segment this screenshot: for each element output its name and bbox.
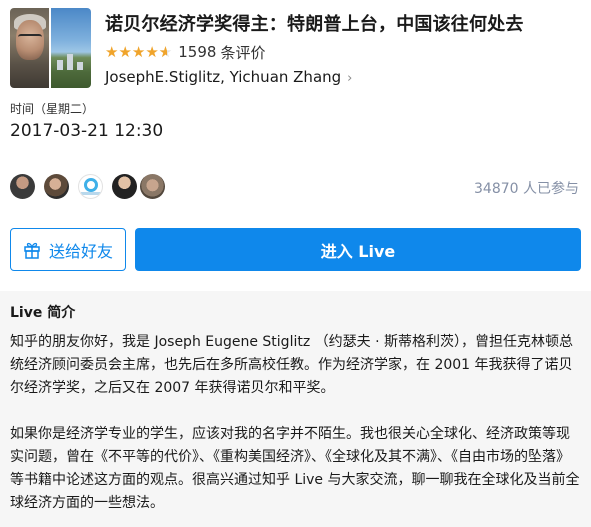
rating-count: 1598 <box>178 43 217 61</box>
gift-button-label: 送给好友 <box>48 241 113 261</box>
live-intro-section: Live 简介 知乎的朋友你好，我是 Joseph Eugene Stiglit… <box>0 291 591 527</box>
avatar[interactable] <box>44 174 69 199</box>
live-header: 诺贝尔经济学奖得主：特朗普上台，中国该往何处去 ★★★★★ ★ 1598 条评价 … <box>10 8 581 90</box>
avatar[interactable] <box>78 174 103 199</box>
live-title: 诺贝尔经济学奖得主：特朗普上台，中国该往何处去 <box>105 14 524 35</box>
city-photo <box>51 8 91 88</box>
time-value: 2017-03-21 12:30 <box>10 121 164 141</box>
rating-stars-icon: ★★★★★ ★ <box>105 43 173 61</box>
rating-suffix: 条评价 <box>220 43 266 62</box>
avatar[interactable] <box>112 174 137 199</box>
rating-row: ★★★★★ ★ 1598 条评价 <box>105 42 265 62</box>
time-label: 时间（星期二） <box>10 102 95 116</box>
cover-image <box>10 8 91 88</box>
speakers-names: JosephE.Stiglitz, Yichuan Zhang <box>105 68 342 86</box>
chevron-right-icon: › <box>347 71 353 86</box>
speakers-link[interactable]: JosephE.Stiglitz, Yichuan Zhang › <box>105 68 352 86</box>
gift-to-friend-button[interactable]: 送给好友 <box>10 228 126 271</box>
participants-row[interactable]: 34870 人已参与 <box>10 174 581 202</box>
avatar[interactable] <box>10 174 35 199</box>
intro-title: Live 简介 <box>10 305 76 321</box>
gift-icon <box>24 242 40 259</box>
enter-live-button[interactable]: 进入 Live <box>135 228 581 271</box>
intro-paragraph: 知乎的朋友你好，我是 Joseph Eugene Stiglitz （约瑟夫 ·… <box>10 334 573 396</box>
intro-paragraph: 如果你是经济学专业的学生，应该对我的名字并不陌生。我也很关心全球化、经济政策等现… <box>10 426 580 511</box>
speaker-portrait <box>10 8 49 88</box>
participant-count: 34870 人已参与 <box>474 181 579 197</box>
avatar[interactable] <box>140 174 165 199</box>
enter-button-label: 进入 Live <box>320 241 396 261</box>
